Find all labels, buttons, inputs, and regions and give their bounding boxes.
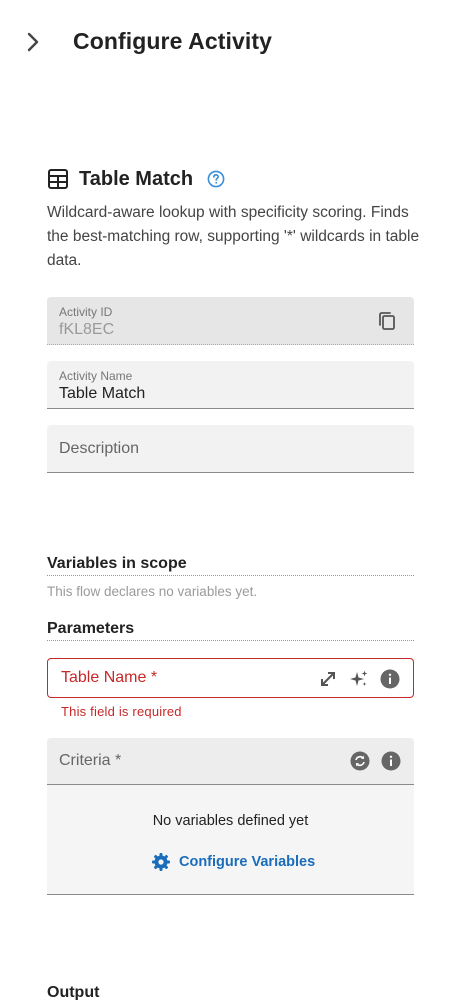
activity-id-field: Activity ID fKL8EC xyxy=(47,297,414,345)
activity-header: Table Match xyxy=(47,165,225,193)
header: Configure Activity xyxy=(0,0,470,84)
sparkle-icon[interactable] xyxy=(348,668,370,690)
criteria-header[interactable]: Criteria * xyxy=(47,738,414,785)
gear-icon xyxy=(152,853,170,871)
activity-name-field[interactable]: Activity Name Table Match xyxy=(47,361,414,409)
criteria-label: Criteria * xyxy=(59,752,122,769)
activity-name-label: Activity Name xyxy=(59,369,133,383)
activity-title: Table Match xyxy=(79,167,194,190)
info-icon[interactable] xyxy=(379,668,401,690)
table-name-label: Table Name * xyxy=(61,669,158,686)
copy-icon[interactable] xyxy=(376,310,398,332)
output-section-title: Output xyxy=(47,984,100,1000)
info-icon[interactable] xyxy=(380,750,402,772)
activity-description: Wildcard-aware lookup with specificity s… xyxy=(47,204,420,269)
criteria-empty-text: No variables defined yet xyxy=(152,813,309,829)
activity-name-value[interactable]: Table Match xyxy=(59,385,145,403)
description-field[interactable]: Description xyxy=(47,425,414,473)
configure-variables-button[interactable]: Configure Variables xyxy=(151,852,315,872)
variables-section-title: Variables in scope xyxy=(47,555,414,576)
variables-empty-hint: This flow declares no variables yet. xyxy=(47,584,258,599)
chevron-right-icon[interactable] xyxy=(20,28,46,56)
table-name-error: This field is required xyxy=(61,704,182,719)
table-name-field[interactable]: Table Name * xyxy=(47,658,414,698)
parameters-section-title: Parameters xyxy=(47,620,414,641)
description-placeholder: Description xyxy=(59,440,140,457)
page-title: Configure Activity xyxy=(73,28,273,54)
table-icon xyxy=(48,169,68,189)
activity-id-value: fKL8EC xyxy=(59,321,115,338)
configure-variables-label: Configure Variables xyxy=(179,854,316,870)
refresh-icon[interactable] xyxy=(349,750,371,772)
expand-icon[interactable] xyxy=(317,668,339,690)
criteria-field: Criteria * No variables defined yet Conf… xyxy=(47,738,414,895)
help-icon[interactable] xyxy=(207,170,225,188)
activity-id-label: Activity ID xyxy=(59,305,113,319)
